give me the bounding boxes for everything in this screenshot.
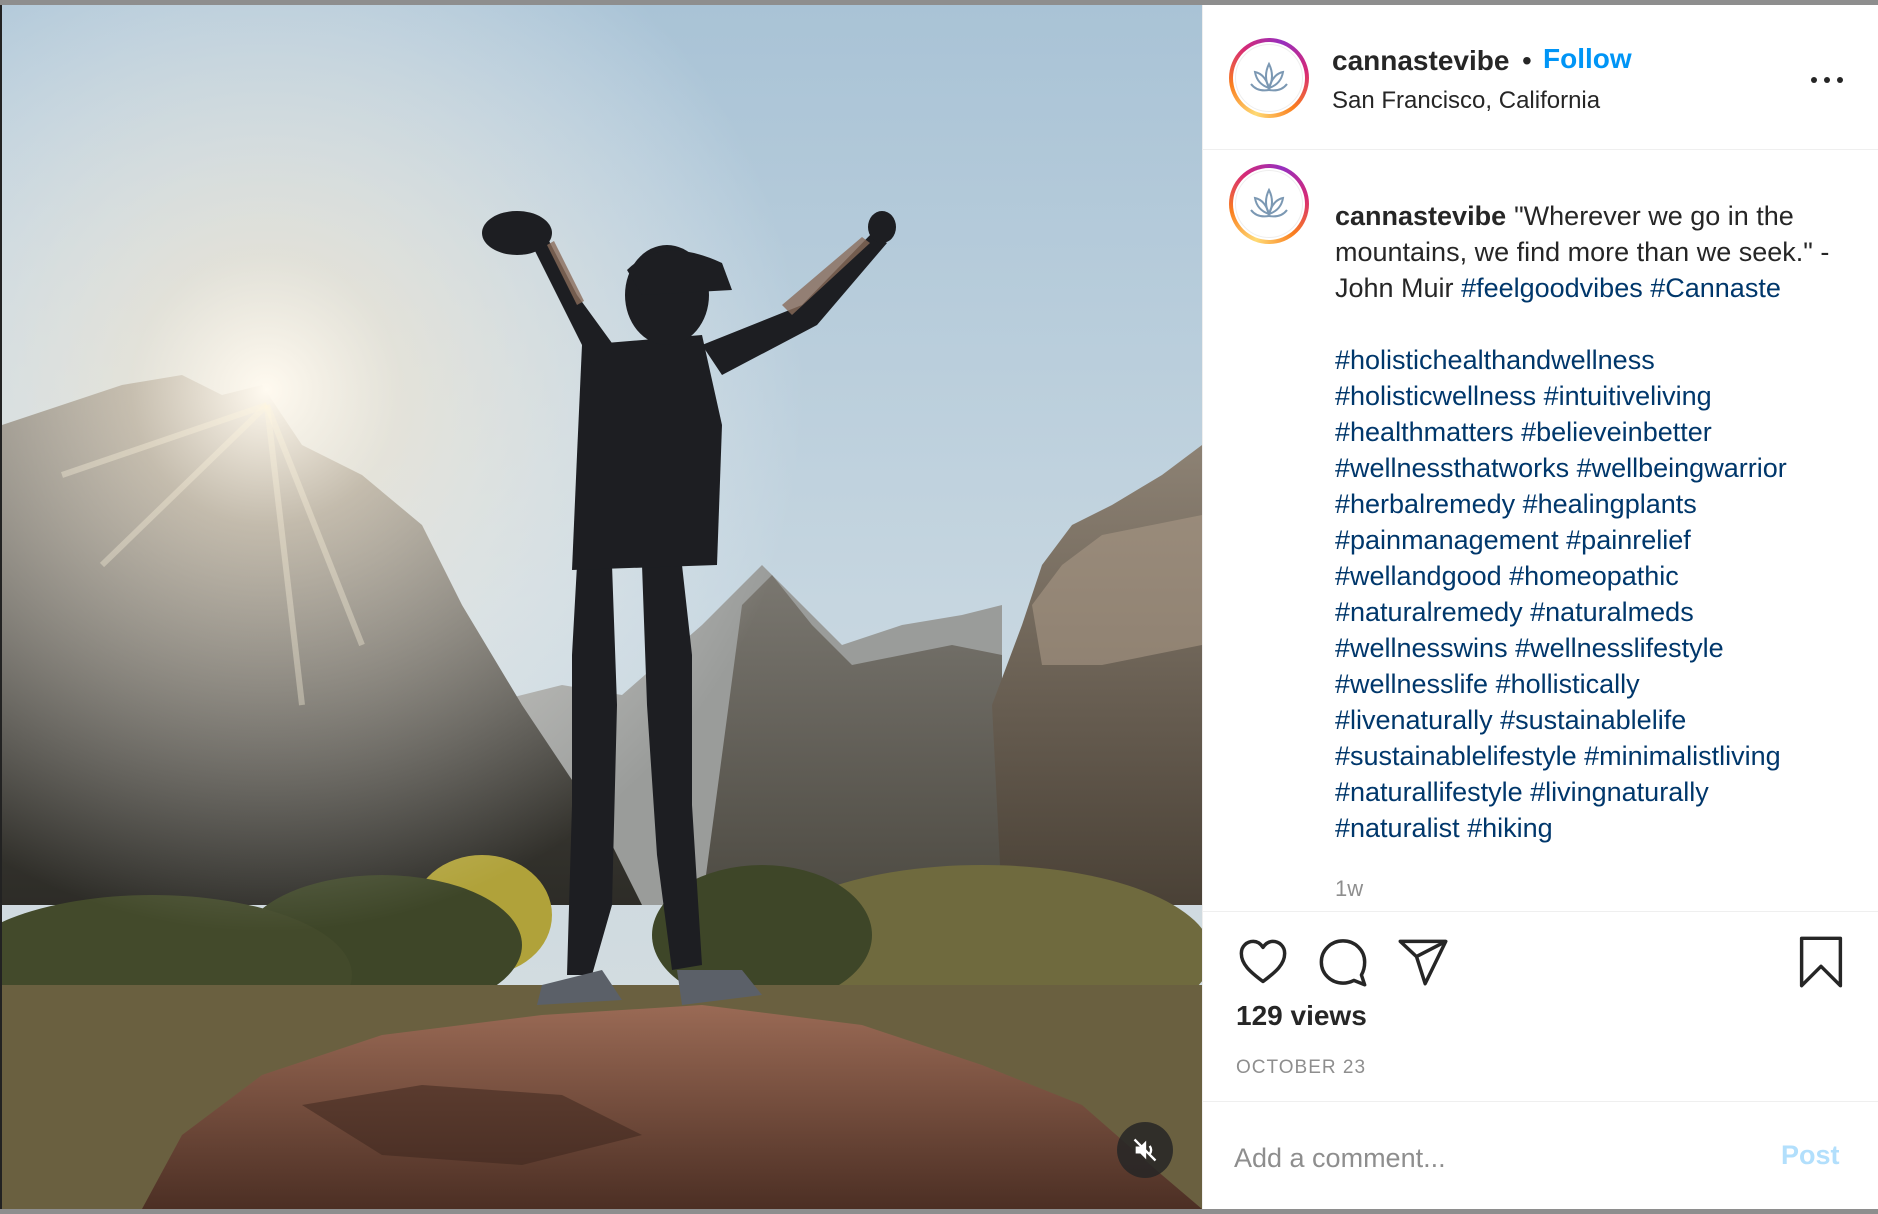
hashtag-line[interactable]: #healthmatters #believeinbetter <box>1335 414 1855 450</box>
muted-speaker-icon <box>1133 1138 1157 1162</box>
hashtag-line[interactable]: #herbalremedy #healingplants <box>1335 486 1855 522</box>
video-frame-illustration <box>2 5 1202 1209</box>
hashtag-line[interactable]: #sustainablelifestyle #minimalistliving <box>1335 738 1855 774</box>
comments-scroll-area[interactable]: cannastevibe "Wherever we go in the mount… <box>1203 150 1878 910</box>
lotus-logo-icon <box>1250 187 1288 218</box>
hashtag-line[interactable]: #naturalremedy #naturalmeds <box>1335 594 1855 630</box>
like-button[interactable] <box>1237 936 1289 993</box>
caption-username[interactable]: cannastevibe <box>1335 201 1506 231</box>
hashtag-line[interactable]: #naturallifestyle #livingnaturally <box>1335 774 1855 810</box>
hashtag-link[interactable]: #Cannaste <box>1650 273 1781 303</box>
mute-toggle-button[interactable] <box>1117 1122 1173 1178</box>
post-sidebar: cannastevibe • Follow San Francisco, Cal… <box>1202 5 1878 1209</box>
caption-avatar[interactable] <box>1229 164 1309 244</box>
hashtag-line[interactable]: #wellandgood #homeopathic <box>1335 558 1855 594</box>
action-bar: 129 views OCTOBER 23 <box>1203 911 1878 1102</box>
location-link[interactable]: San Francisco, California <box>1332 87 1600 115</box>
hashtag-link[interactable]: #feelgoodvibes <box>1461 273 1643 303</box>
comment-button[interactable] <box>1317 936 1369 993</box>
hashtag-line[interactable]: #painmanagement #painrelief <box>1335 522 1855 558</box>
caption-text: cannastevibe "Wherever we go in the mount… <box>1335 198 1855 846</box>
post-comment-button[interactable]: Post <box>1781 1140 1840 1171</box>
post-header: cannastevibe • Follow San Francisco, Cal… <box>1203 5 1878 150</box>
hashtag-line[interactable]: #wellnesslife #hollistically <box>1335 666 1855 702</box>
post-modal: cannastevibe • Follow San Francisco, Cal… <box>0 5 1878 1209</box>
caption-timestamp[interactable]: 1w <box>1335 876 1363 902</box>
hashtag-line[interactable]: #holisticwellness #intuitiveliving <box>1335 378 1855 414</box>
header-username[interactable]: cannastevibe <box>1332 45 1509 77</box>
comment-icon <box>1319 939 1367 987</box>
comment-form: Post <box>1203 1101 1878 1210</box>
hashtag-line[interactable]: #naturalist #hiking <box>1335 810 1855 846</box>
follow-button[interactable]: Follow <box>1543 43 1632 75</box>
avatar[interactable] <box>1229 38 1309 118</box>
post-video[interactable] <box>2 5 1202 1209</box>
hashtag-line[interactable]: #wellnesswins #wellnesslifestyle <box>1335 630 1855 666</box>
share-button[interactable] <box>1397 936 1449 993</box>
heart-icon <box>1239 939 1287 984</box>
hashtag-line[interactable]: #wellnessthatworks #wellbeingwarrior <box>1335 450 1855 486</box>
post-date[interactable]: OCTOBER 23 <box>1236 1057 1366 1079</box>
view-count[interactable]: 129 views <box>1236 1000 1367 1032</box>
lotus-logo-icon <box>1250 61 1288 92</box>
comment-input[interactable] <box>1234 1138 1734 1178</box>
more-options-icon[interactable] <box>1807 65 1847 95</box>
hashtag-list: #holistichealthandwellness #holisticwell… <box>1335 342 1855 846</box>
hashtag-line[interactable]: #livenaturally #sustainablelife <box>1335 702 1855 738</box>
share-icon <box>1398 939 1448 986</box>
header-separator: • <box>1522 45 1532 76</box>
hashtag-line[interactable]: #holistichealthandwellness <box>1335 342 1855 378</box>
save-button[interactable] <box>1795 934 1847 995</box>
bookmark-icon <box>1799 936 1843 988</box>
